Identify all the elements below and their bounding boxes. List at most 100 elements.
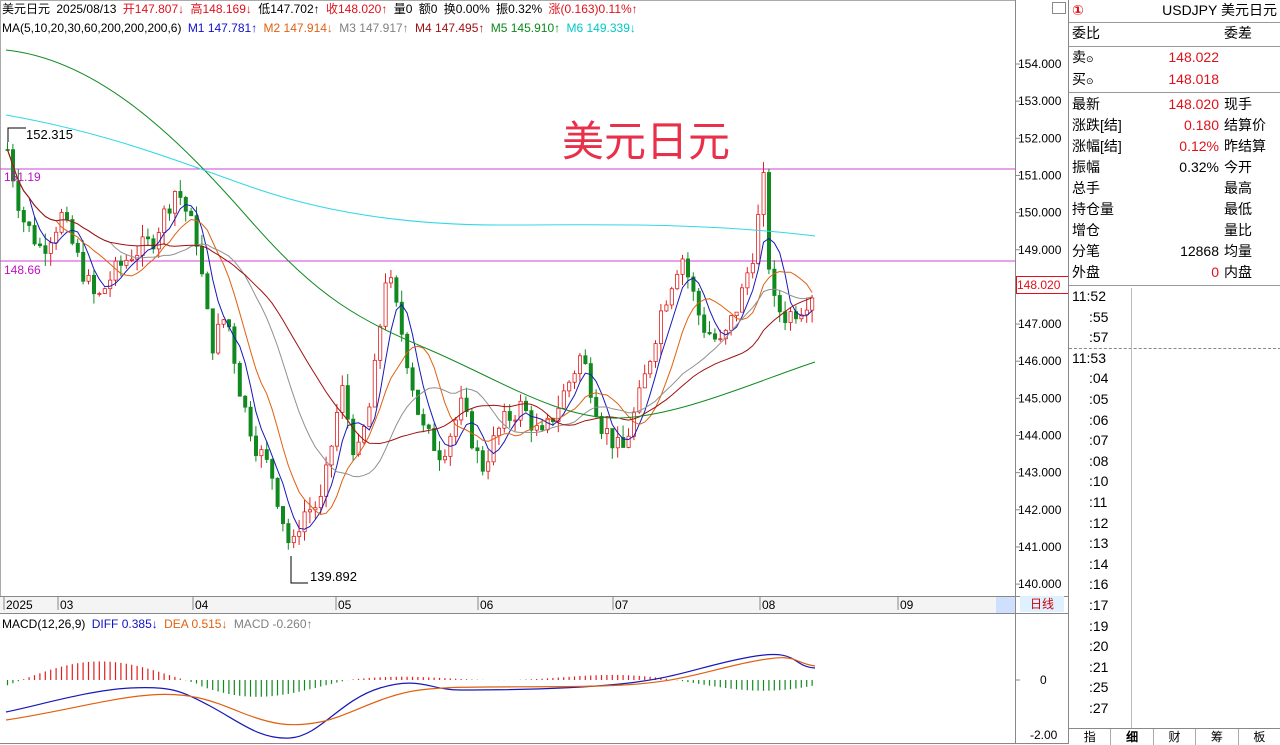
candle-body: [567, 381, 572, 392]
candle-body: [578, 355, 583, 375]
sell-value: 148.022: [1168, 49, 1219, 65]
candle-body: [437, 450, 442, 461]
period-daily-button[interactable]: 日线: [1020, 596, 1064, 612]
panel-row-label: 最新: [1072, 96, 1100, 112]
panel-tab[interactable]: 筹: [1196, 729, 1239, 745]
candle-body: [388, 277, 393, 284]
tick-time: :16: [1089, 576, 1109, 593]
panel-tab[interactable]: 指: [1069, 729, 1112, 745]
date-tick-label: 03: [60, 598, 74, 612]
open-value: 开147.807↓: [122, 2, 185, 16]
macd-axis-zero: 0: [1040, 673, 1047, 687]
tick-time: :05: [1089, 391, 1109, 407]
ma-line-m1: [7, 149, 813, 530]
candle-body: [178, 191, 183, 198]
candle-body: [54, 231, 59, 244]
tick-time: :11: [1089, 494, 1108, 510]
candle-body: [810, 297, 815, 311]
tick-time: :12: [1089, 514, 1109, 531]
amount-value: 额0: [418, 2, 438, 16]
candle-body: [426, 424, 431, 429]
candle-body: [756, 214, 761, 264]
candle-body: [16, 180, 21, 211]
candle-body: [610, 428, 615, 449]
chart-area[interactable]: 154.000 153.000 152.000 151.000 150.000 149.0…: [0, 0, 1070, 744]
tick-time: :27: [1089, 700, 1109, 716]
macd-legend: MACD(12,26,9) DIFF 0.385↓ DEA 0.515↓ MAC…: [2, 616, 316, 632]
candle-body: [432, 428, 437, 452]
candle-body: [65, 212, 70, 220]
candle-body: [237, 362, 242, 397]
panel-row-label: 涨幅[结]: [1072, 138, 1122, 154]
tick-time: :55: [1089, 308, 1109, 325]
candle-body: [253, 435, 258, 457]
low-marker: [290, 556, 308, 584]
candle-body: [324, 464, 329, 497]
candle-body: [713, 333, 718, 340]
hline-label-upper: 151.19: [4, 170, 41, 184]
candle-body: [199, 245, 204, 275]
candle-body: [108, 279, 113, 290]
tick-time: :17: [1089, 597, 1109, 613]
panel-row: 最新 148.020 现手: [1069, 94, 1280, 115]
panel-badge: ①: [1072, 2, 1084, 18]
candle-body: [702, 314, 707, 333]
candle-body: [102, 288, 107, 294]
panel-tab[interactable]: 细: [1111, 729, 1154, 745]
price-tick-label: 144.000: [1018, 429, 1062, 443]
main-frame: [0, 0, 1016, 597]
candle-body: [140, 236, 145, 256]
candle-body: [81, 251, 86, 282]
panel-row: 外盘 0 内盘: [1069, 262, 1280, 283]
panel-row-value: 0.12%: [1179, 138, 1219, 154]
quote-panel: ① USDJPY 美元日元 委比 委差 卖⊙ 148.022 买⊙ 148.01…: [1068, 0, 1280, 745]
panel-row-label-right: 量比: [1224, 222, 1252, 238]
panel-row: 涨幅[结] 0.12% 昨结算: [1069, 136, 1280, 157]
candle-body: [124, 259, 129, 266]
turnover-value: 换0.00%: [443, 2, 490, 16]
price-tick-label: 154.000: [1018, 57, 1062, 71]
quote-header: 美元日元 2025/08/13 开147.807↓ 高148.169↓ 低147…: [2, 1, 641, 17]
panel-row-label: 总手: [1072, 180, 1100, 196]
candle-body: [340, 385, 345, 413]
tick-time: :57: [1089, 329, 1109, 346]
candle-body: [421, 414, 426, 426]
instrument-name: 美元日元: [2, 2, 51, 16]
candle-body: [70, 219, 75, 244]
maximize-icon[interactable]: [1052, 2, 1066, 14]
price-tick-label: 146.000: [1018, 354, 1062, 368]
price-tick-label: 149.000: [1018, 243, 1062, 257]
candle-body: [129, 258, 134, 261]
panel-row-label-right: 结算价: [1224, 117, 1266, 133]
candle-body: [686, 258, 691, 278]
ma-line-m4: [7, 149, 813, 445]
candle-body: [92, 274, 97, 295]
candle-body: [38, 243, 43, 247]
weibi-label: 委比: [1072, 25, 1100, 41]
candle-body: [119, 260, 124, 266]
candle-body: [469, 411, 474, 449]
candle-body: [442, 455, 447, 461]
ma-m4: M4 147.495↑: [415, 21, 485, 35]
panel-tab[interactable]: 财: [1154, 729, 1197, 745]
candle-body: [75, 242, 80, 253]
candle-body: [286, 523, 291, 544]
candle-body: [27, 221, 32, 226]
candle-body: [394, 277, 399, 303]
candle-body: [86, 274, 91, 282]
price-chart[interactable]: 154.000 153.000 152.000 151.000 150.000 149.0…: [0, 0, 1068, 744]
panel-row: 总手 最高: [1069, 178, 1280, 199]
tick-time: :19: [1089, 617, 1109, 634]
candle-body: [32, 225, 37, 245]
price-tick-label: 143.000: [1018, 466, 1062, 480]
macd-label: MACD(12,26,9): [2, 617, 86, 631]
candle-body: [145, 236, 150, 240]
candle-body: [788, 311, 793, 323]
candle-body: [648, 361, 653, 375]
candle-body: [172, 191, 177, 214]
candle-body: [205, 273, 210, 310]
high-annotation: 152.315: [26, 127, 73, 142]
candle-body: [59, 212, 64, 233]
panel-tab[interactable]: 板: [1239, 729, 1280, 745]
candle-body: [189, 210, 194, 217]
